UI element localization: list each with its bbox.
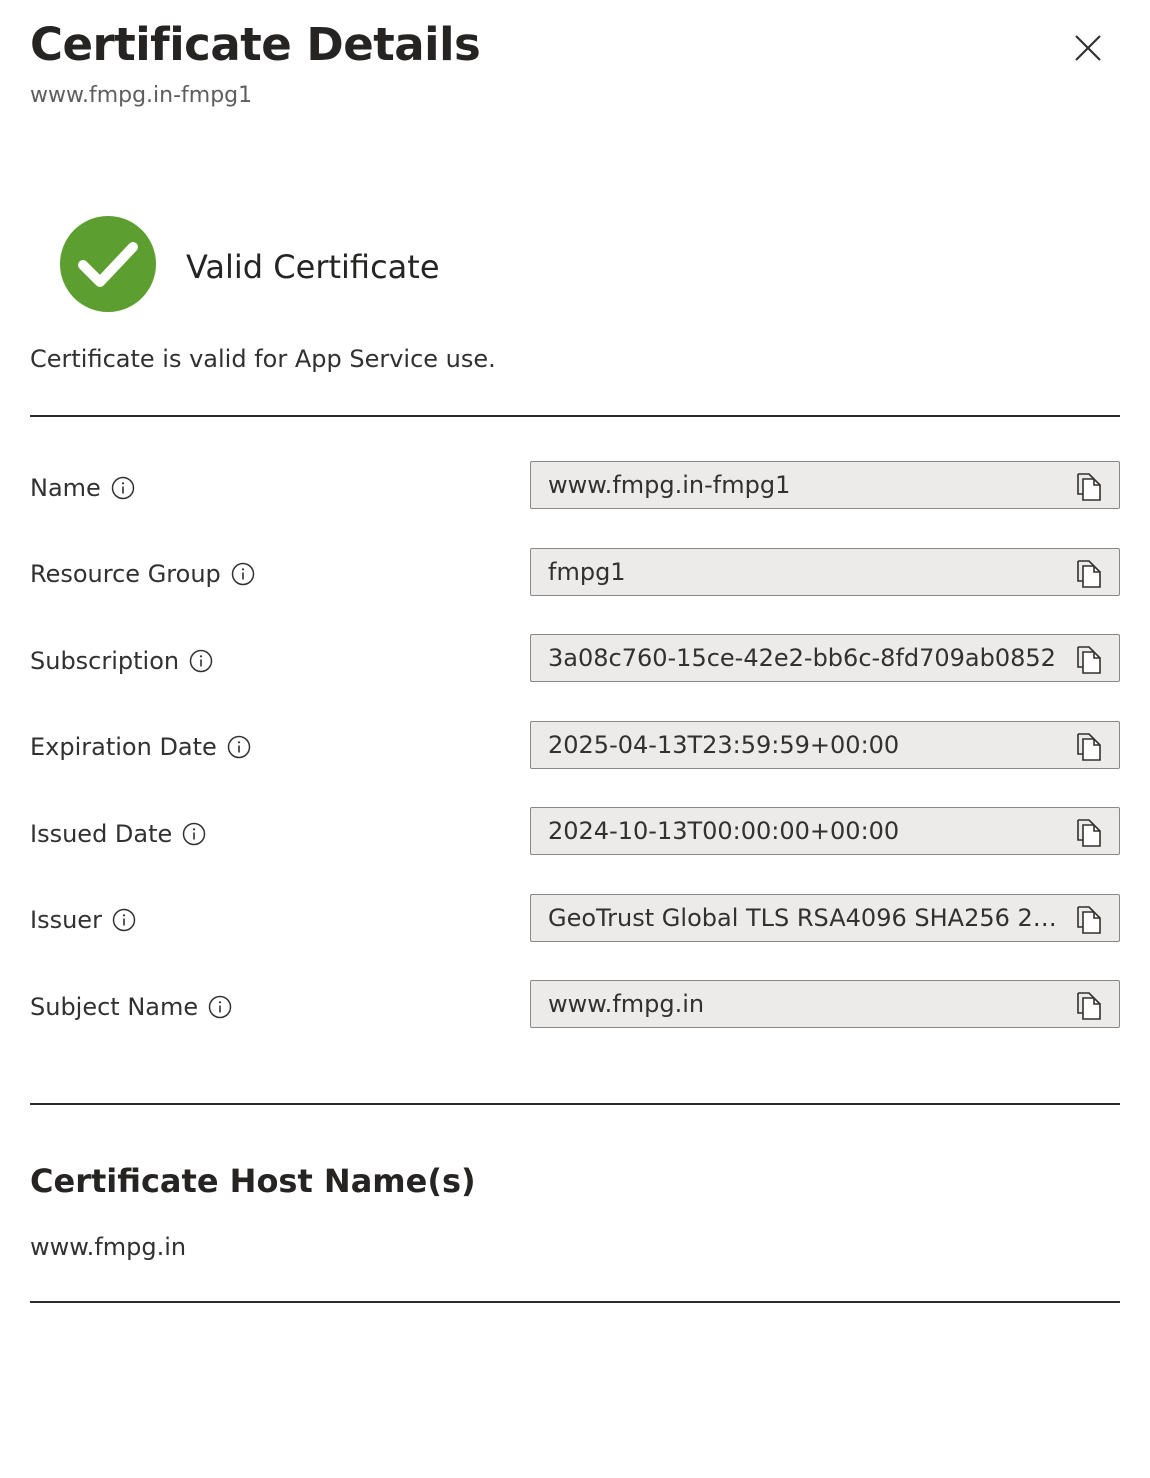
copy-icon[interactable]	[1073, 816, 1105, 848]
field-label-text: Issued Date	[30, 820, 173, 848]
certificate-details-panel: Certificate Details www.fmpg.in-fmpg1 Va…	[0, 0, 1150, 1478]
field-label-subject-name: Subject Name	[30, 983, 232, 1031]
field-label-subscription: Subscription	[30, 637, 213, 685]
field-value-issuer[interactable]: GeoTrust Global TLS RSA4096 SHA256 2022 …	[548, 895, 1068, 941]
divider	[30, 1103, 1120, 1105]
page-subtitle: www.fmpg.in-fmpg1	[30, 83, 253, 108]
field-label-name: Name	[30, 464, 135, 512]
field-value-expiration-date[interactable]: 2025-04-13T23:59:59+00:00	[548, 722, 1068, 768]
field-label-resource-group: Resource Group	[30, 550, 255, 598]
info-icon[interactable]	[189, 649, 213, 673]
copy-icon[interactable]	[1073, 730, 1105, 762]
field-value-resource-group[interactable]: fmpg1	[548, 549, 1068, 595]
field-resource-group[interactable]: fmpg1	[530, 548, 1120, 596]
field-issuer[interactable]: GeoTrust Global TLS RSA4096 SHA256 2022 …	[530, 894, 1120, 942]
host-names-title: Certificate Host Name(s)	[30, 1162, 476, 1200]
info-icon[interactable]	[231, 562, 255, 586]
status-description: Certificate is valid for App Service use…	[30, 345, 496, 373]
field-label-text: Issuer	[30, 906, 102, 934]
field-issued-date[interactable]: 2024-10-13T00:00:00+00:00	[530, 807, 1120, 855]
field-value-subject-name[interactable]: www.fmpg.in	[548, 981, 1068, 1027]
field-label-issued-date: Issued Date	[30, 810, 206, 858]
copy-icon[interactable]	[1073, 557, 1105, 589]
status-title: Valid Certificate	[186, 248, 440, 286]
field-subscription[interactable]: 3a08c760-15ce-42e2-bb6c-8fd709ab0852	[530, 634, 1120, 682]
check-circle-icon	[60, 216, 156, 312]
field-label-text: Expiration Date	[30, 733, 217, 761]
close-icon	[1075, 35, 1101, 61]
field-value-subscription[interactable]: 3a08c760-15ce-42e2-bb6c-8fd709ab0852	[548, 635, 1068, 681]
field-label-text: Resource Group	[30, 560, 221, 588]
field-value-issued-date[interactable]: 2024-10-13T00:00:00+00:00	[548, 808, 1068, 854]
field-expiration-date[interactable]: 2025-04-13T23:59:59+00:00	[530, 721, 1120, 769]
info-icon[interactable]	[112, 908, 136, 932]
field-label-expiration-date: Expiration Date	[30, 723, 251, 771]
divider	[30, 1301, 1120, 1303]
copy-icon[interactable]	[1073, 643, 1105, 675]
copy-icon[interactable]	[1073, 989, 1105, 1021]
close-button[interactable]	[1066, 26, 1110, 70]
field-label-text: Subject Name	[30, 993, 199, 1021]
info-icon[interactable]	[111, 476, 135, 500]
info-icon[interactable]	[208, 995, 232, 1019]
copy-icon[interactable]	[1073, 470, 1105, 502]
field-label-text: Subscription	[30, 647, 180, 675]
field-name[interactable]: www.fmpg.in-fmpg1	[530, 461, 1120, 509]
field-label-text: Name	[30, 474, 101, 502]
divider	[30, 415, 1120, 417]
host-name-item: www.fmpg.in	[30, 1233, 187, 1261]
field-label-issuer: Issuer	[30, 896, 136, 944]
field-value-name[interactable]: www.fmpg.in-fmpg1	[548, 462, 1068, 508]
copy-icon[interactable]	[1073, 903, 1105, 935]
info-icon[interactable]	[182, 822, 206, 846]
page-title: Certificate Details	[30, 18, 481, 71]
field-subject-name[interactable]: www.fmpg.in	[530, 980, 1120, 1028]
info-icon[interactable]	[227, 735, 251, 759]
